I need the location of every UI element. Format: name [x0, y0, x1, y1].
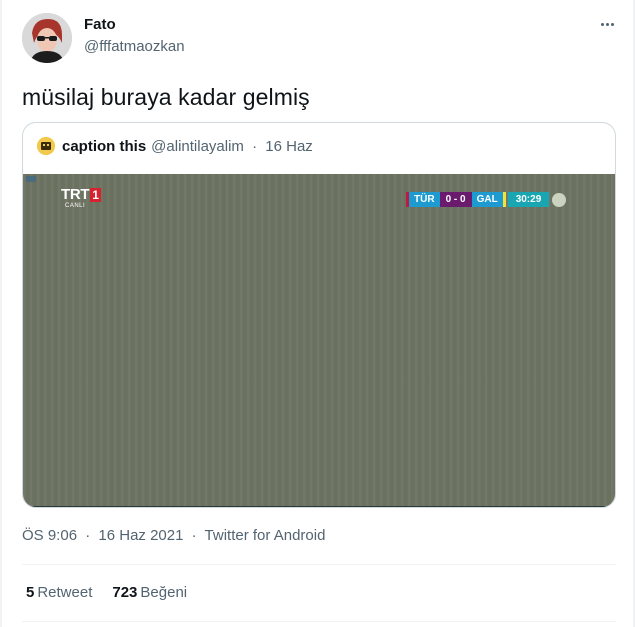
retweet-count-label: Retweet: [37, 584, 93, 601]
author-name[interactable]: Fato: [84, 16, 116, 33]
channel-logo-text: TRT: [61, 186, 90, 203]
scoreboard-team1: TÜR: [406, 192, 440, 207]
like-count[interactable]: 723 Beğeni: [112, 584, 187, 601]
avatar-image-icon: [22, 13, 72, 63]
author-handle[interactable]: @fffatmaozkan: [84, 38, 185, 55]
scoreboard: TÜR 0 - 0 GAL 30:29: [406, 192, 567, 207]
like-count-value: 723: [112, 584, 138, 601]
corner-mark: [26, 176, 36, 182]
like-count-label: Beğeni: [140, 584, 188, 601]
divider: [22, 621, 616, 622]
quoted-author-name: caption this: [62, 137, 147, 155]
quoted-avatar-icon: [37, 137, 55, 155]
quoted-author-handle: @alintilayalim: [151, 137, 244, 155]
tweet-text: müsilaj buraya kadar gelmiş: [22, 84, 310, 110]
tweet-source[interactable]: Twitter for Android: [205, 527, 326, 544]
tweet-date[interactable]: 16 Haz 2021: [98, 527, 183, 544]
meta-separator: ·: [191, 527, 197, 544]
meta-separator: ·: [85, 527, 91, 544]
quoted-avatar[interactable]: [37, 137, 55, 155]
scoreboard-score: 0 - 0: [439, 192, 472, 207]
channel-live-label: CANLI: [65, 203, 86, 209]
scoreboard-clock: 30:29: [507, 192, 550, 207]
tweet-time[interactable]: ÖS 9:06: [22, 527, 77, 544]
quoted-separator: ·: [252, 137, 258, 155]
tournament-logo-icon: [552, 193, 567, 207]
avatar[interactable]: [22, 13, 72, 63]
quoted-tweet-header: caption this @alintilayalim · 16 Haz: [37, 137, 313, 155]
tweet-stats: 5 Retweet 723 Beğeni: [26, 584, 207, 601]
quoted-tweet[interactable]: caption this @alintilayalim · 16 Haz TRT…: [22, 122, 616, 508]
scoreboard-team2: GAL: [471, 192, 506, 207]
tweet-meta: ÖS 9:06 · 16 Haz 2021 · Twitter for Andr…: [22, 527, 325, 544]
media-bottom-edge: [23, 506, 615, 507]
quoted-media-image[interactable]: TRT 1 CANLI TÜR 0 - 0 GAL 30:29: [23, 174, 615, 507]
retweet-count[interactable]: 5 Retweet: [26, 584, 92, 601]
left-edge: [0, 0, 2, 627]
retweet-count-value: 5: [26, 584, 35, 601]
divider: [22, 564, 616, 565]
more-options-icon[interactable]: [597, 14, 617, 34]
quoted-date: 16 Haz: [265, 137, 313, 155]
channel-logo: TRT 1 CANLI: [61, 186, 101, 209]
tv-scanlines: [23, 174, 615, 507]
channel-logo-number: 1: [90, 187, 101, 202]
